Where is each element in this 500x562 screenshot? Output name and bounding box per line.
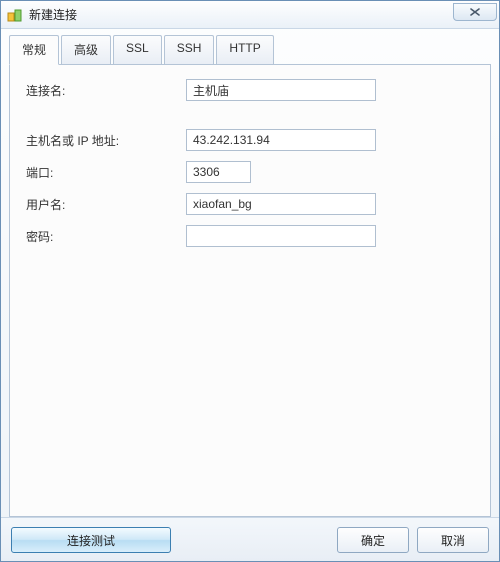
username-input[interactable]	[186, 193, 376, 215]
tab-general[interactable]: 常规	[9, 35, 59, 65]
row-username: 用户名:	[26, 193, 474, 215]
row-connection-name: 连接名:	[26, 79, 474, 101]
window-title: 新建连接	[29, 6, 453, 23]
tab-http[interactable]: HTTP	[216, 35, 273, 64]
cancel-button[interactable]: 取消	[417, 527, 489, 553]
ok-button[interactable]: 确定	[337, 527, 409, 553]
footer: 连接测试 确定 取消	[1, 517, 499, 561]
row-port: 端口:	[26, 161, 474, 183]
window-close-button[interactable]	[453, 3, 497, 21]
username-label: 用户名:	[26, 196, 186, 213]
titlebar: 新建连接	[1, 1, 499, 29]
tabpanel-general: 连接名: 主机名或 IP 地址: 端口: 用户名: 密码:	[9, 64, 491, 517]
connection-name-label: 连接名:	[26, 82, 186, 99]
host-label: 主机名或 IP 地址:	[26, 132, 186, 149]
tab-advanced[interactable]: 高级	[61, 35, 111, 64]
new-connection-window: 新建连接 常规 高级 SSL SSH HTTP 连接名: 主机名或 IP 地址:	[0, 0, 500, 562]
content-area: 常规 高级 SSL SSH HTTP 连接名: 主机名或 IP 地址: 端口: …	[1, 29, 499, 517]
password-label: 密码:	[26, 228, 186, 245]
password-input[interactable]	[186, 225, 376, 247]
tabstrip: 常规 高级 SSL SSH HTTP	[9, 35, 491, 64]
tab-ssl[interactable]: SSL	[113, 35, 162, 64]
port-label: 端口:	[26, 164, 186, 181]
row-host: 主机名或 IP 地址:	[26, 129, 474, 151]
test-connection-button[interactable]: 连接测试	[11, 527, 171, 553]
connection-name-input[interactable]	[186, 79, 376, 101]
close-icon	[469, 7, 481, 17]
row-password: 密码:	[26, 225, 474, 247]
app-icon	[7, 7, 23, 23]
port-input[interactable]	[186, 161, 251, 183]
tab-ssh[interactable]: SSH	[164, 35, 215, 64]
host-input[interactable]	[186, 129, 376, 151]
